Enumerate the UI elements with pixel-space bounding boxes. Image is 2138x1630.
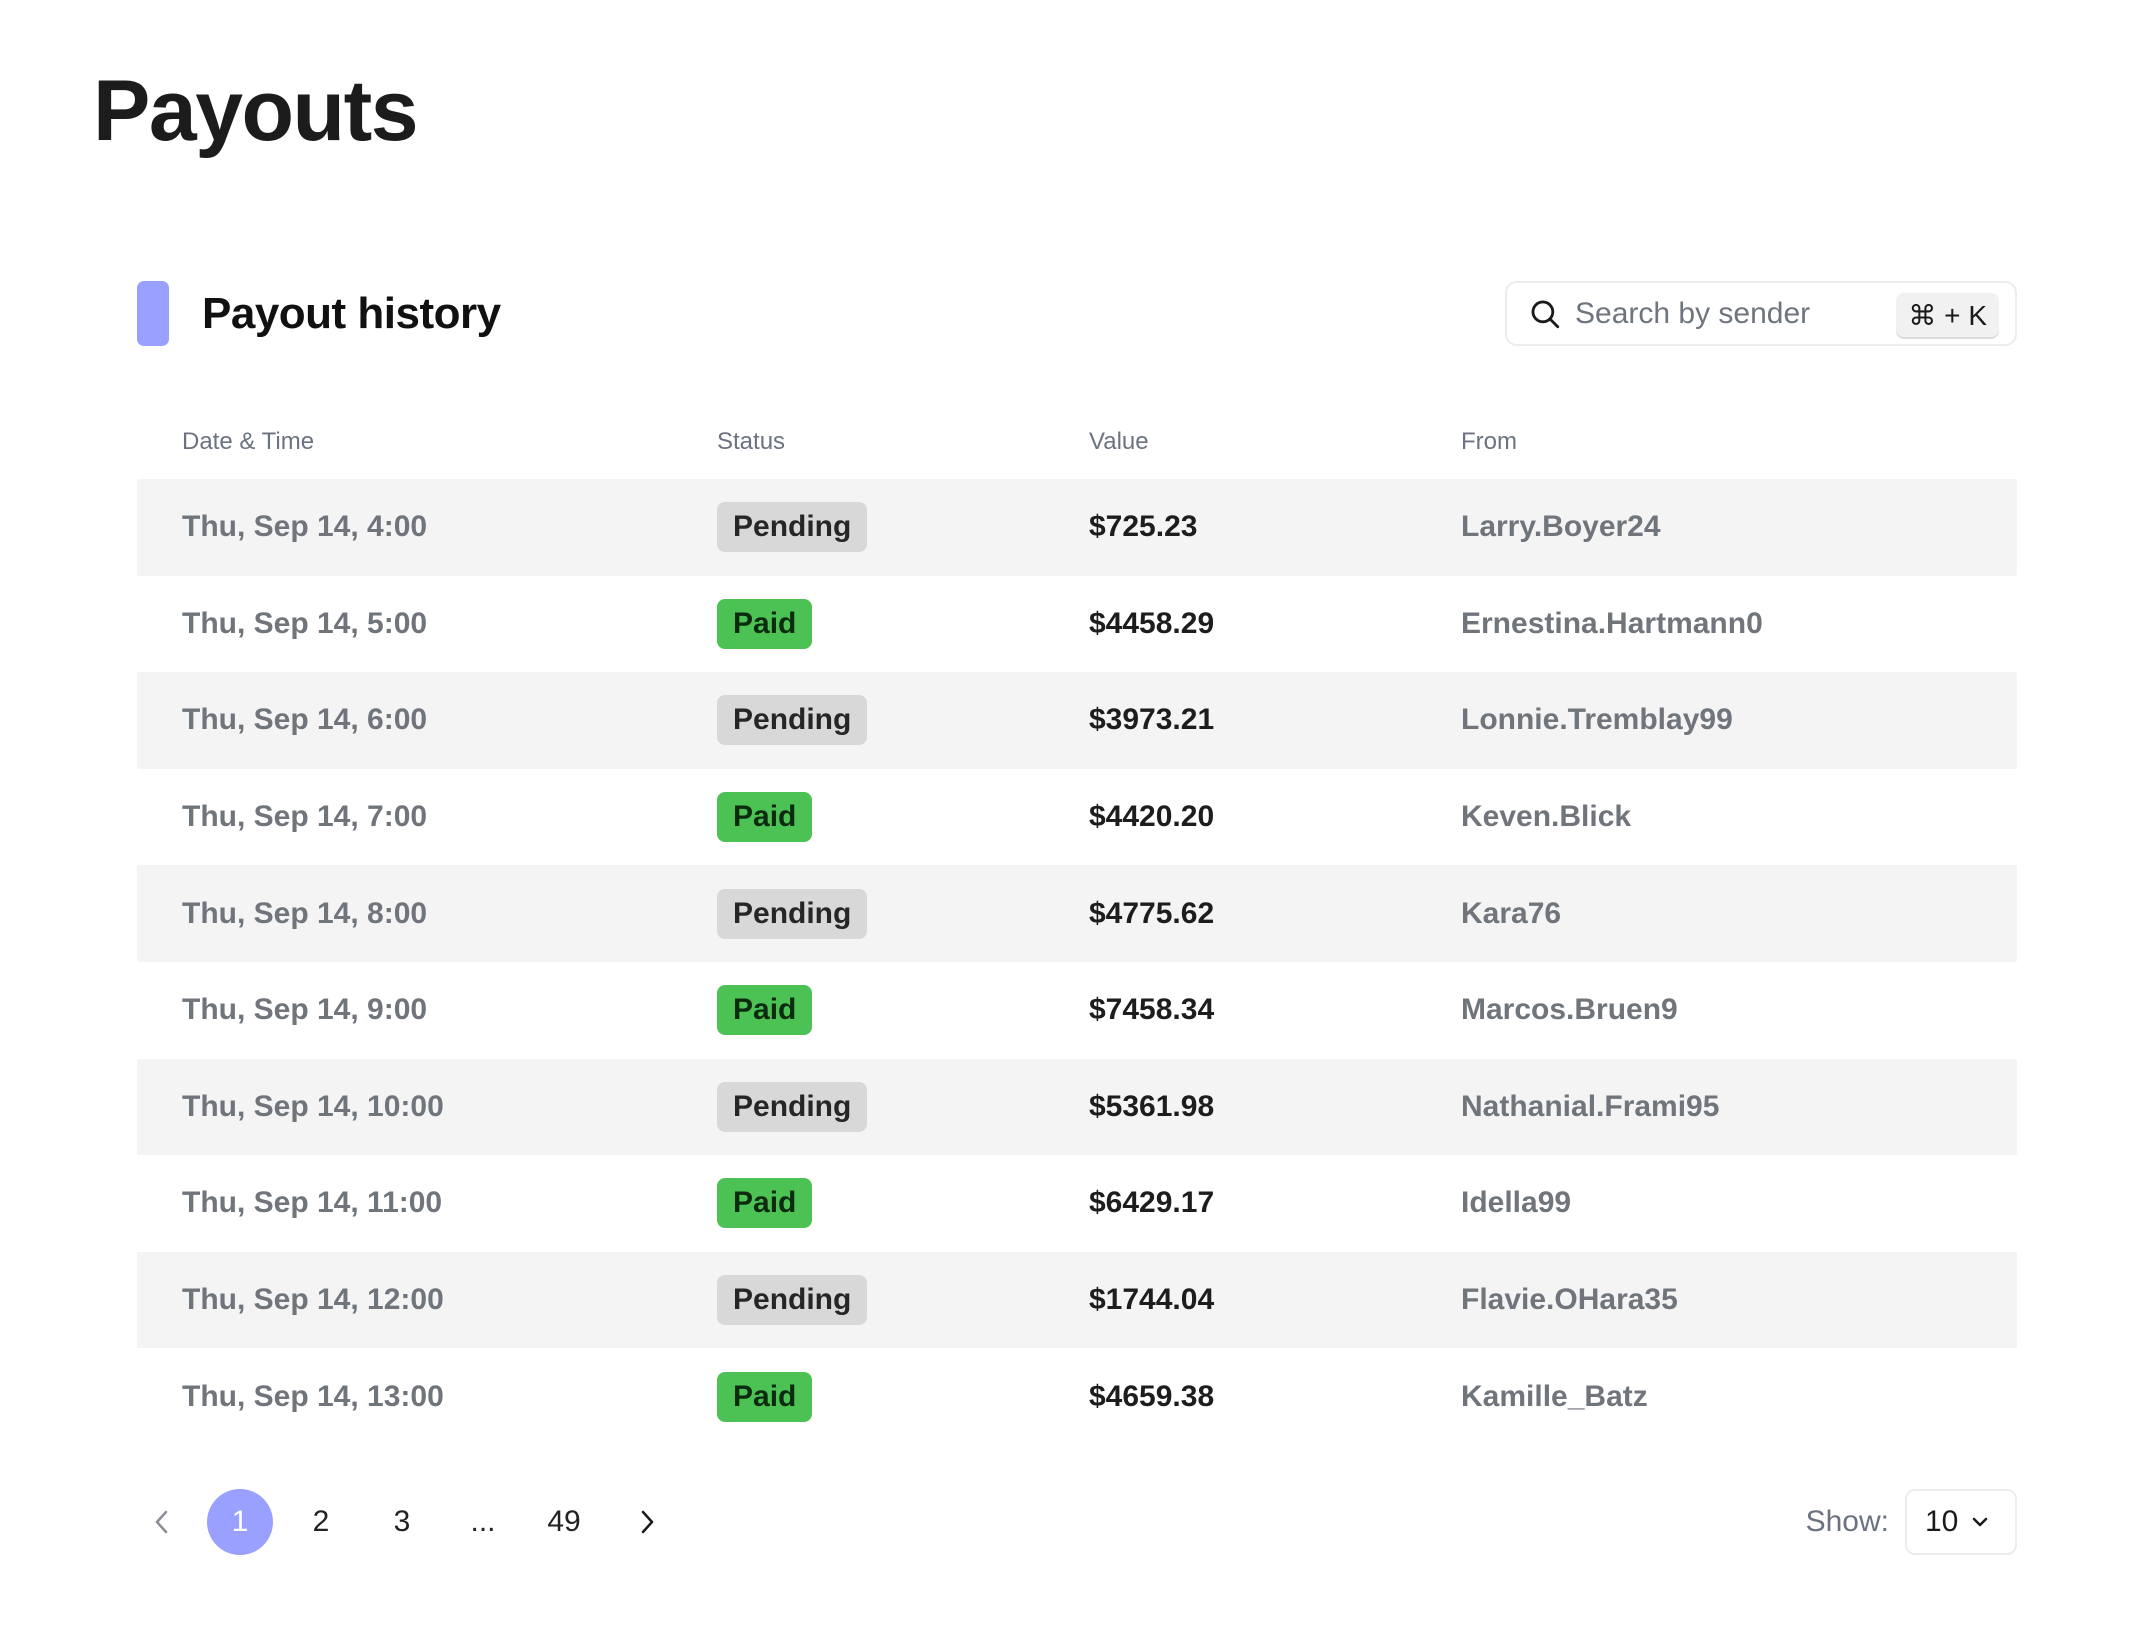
cell-status: Paid (717, 1178, 813, 1229)
search-icon (1527, 296, 1563, 332)
cell-from: Ernestina.Hartmann0 (1461, 606, 1763, 640)
page-title: Payouts (93, 63, 419, 159)
pagination-ellipsis: ... (470, 1505, 496, 1538)
column-header-status[interactable]: Status (717, 428, 785, 456)
cell-value: $4775.62 (1089, 896, 1215, 930)
cell-date: Thu, Sep 14, 5:00 (182, 606, 428, 640)
page-size-value: 10 (1925, 1505, 1959, 1538)
status-badge: Paid (717, 1371, 813, 1422)
cell-value: $1744.04 (1089, 1283, 1215, 1317)
page-size-control: Show: 10 (1806, 1489, 2017, 1555)
cell-value: $4458.29 (1089, 606, 1215, 640)
page-button-1[interactable]: 1 (207, 1489, 273, 1555)
table-row[interactable]: Thu, Sep 14, 5:00 Paid $4458.29 Ernestina.H… (137, 576, 2017, 673)
table-row[interactable]: Thu, Sep 14, 8:00 Pending $4775.62 Kara76 (137, 865, 2017, 962)
section-title: Payout history (202, 289, 501, 338)
table-row[interactable]: Thu, Sep 14, 12:00 Pending $1744.04 Flavie.… (137, 1251, 2017, 1349)
payout-table: Date & Time Status Value From Thu, Sep 1… (137, 405, 2017, 1445)
cell-from: Larry.Boyer24 (1461, 510, 1661, 544)
cell-from: Keven.Blick (1461, 800, 1632, 834)
table-row[interactable]: Thu, Sep 14, 10:00 Pending $5361.98 Nathani… (137, 1058, 2017, 1156)
cell-status: Pending (717, 695, 868, 746)
table-row[interactable]: Thu, Sep 14, 9:00 Paid $7458.34 Marcos.Brue… (137, 962, 2017, 1059)
column-header-value[interactable]: Value (1089, 428, 1149, 456)
cell-from: Flavie.OHara35 (1461, 1283, 1678, 1317)
column-header-date[interactable]: Date & Time (182, 428, 314, 456)
column-header-from[interactable]: From (1461, 428, 1517, 456)
cell-date: Thu, Sep 14, 10:00 (182, 1089, 444, 1123)
page-button-2[interactable]: 2 (288, 1489, 354, 1555)
status-badge: Paid (717, 598, 813, 649)
table-body: Thu, Sep 14, 4:00 Pending $725.23 Larry.Boy… (137, 479, 2017, 1445)
cell-status: Pending (717, 1275, 868, 1326)
cell-date: Thu, Sep 14, 6:00 (182, 703, 428, 737)
table-row[interactable]: Thu, Sep 14, 13:00 Paid $4659.38 Kamille_Ba… (137, 1348, 2017, 1445)
chevron-right-icon[interactable] (622, 1489, 672, 1555)
search-input[interactable] (1575, 288, 1875, 339)
cell-date: Thu, Sep 14, 9:00 (182, 993, 428, 1027)
table-header: Date & Time Status Value From (137, 405, 2017, 479)
cell-status: Paid (717, 792, 813, 843)
chevron-left-icon[interactable] (137, 1489, 187, 1555)
payouts-page: Payouts Payout history ⌘ + K Date & Time… (0, 0, 2138, 1630)
page-size-label: Show: (1805, 1505, 1889, 1538)
status-badge: Pending (717, 502, 868, 553)
cell-value: $3973.21 (1089, 703, 1215, 737)
status-badge: Pending (717, 1081, 868, 1132)
cell-date: Thu, Sep 14, 7:00 (182, 800, 428, 834)
cell-value: $5361.98 (1089, 1089, 1215, 1123)
cell-status: Paid (717, 1371, 813, 1422)
status-badge: Paid (717, 1178, 813, 1229)
cell-date: Thu, Sep 14, 13:00 (182, 1379, 444, 1413)
section-accent-bar (137, 281, 169, 346)
cell-status: Pending (717, 502, 868, 553)
cell-status: Paid (717, 598, 813, 649)
cell-value: $4420.20 (1089, 800, 1215, 834)
cell-from: Idella99 (1461, 1186, 1572, 1220)
page-size-select[interactable]: 10 (1905, 1489, 2017, 1555)
cell-status: Pending (717, 888, 868, 939)
page-button-3[interactable]: 3 (369, 1489, 435, 1555)
cell-status: Paid (717, 985, 813, 1036)
page-list: 1 2 3... 49 (207, 1489, 612, 1555)
status-badge: Pending (717, 695, 868, 746)
cell-value: $725.23 (1089, 510, 1198, 544)
status-badge: Paid (717, 792, 813, 843)
table-row[interactable]: Thu, Sep 14, 4:00 Pending $725.23 Larry.Boy… (137, 479, 2017, 576)
status-badge: Paid (717, 985, 813, 1036)
table-row[interactable]: Thu, Sep 14, 6:00 Pending $3973.21 Lonnie.T… (137, 672, 2017, 769)
cell-from: Kara76 (1461, 896, 1562, 930)
cell-date: Thu, Sep 14, 12:00 (182, 1283, 444, 1317)
search-shortcut-hint: ⌘ + K (1896, 293, 1999, 337)
status-badge: Pending (717, 1275, 868, 1326)
cell-value: $4659.38 (1089, 1379, 1215, 1413)
cell-date: Thu, Sep 14, 8:00 (182, 896, 428, 930)
cell-from: Nathanial.Frami95 (1461, 1089, 1720, 1123)
status-badge: Pending (717, 888, 868, 939)
cell-from: Kamille_Batz (1461, 1379, 1648, 1413)
cell-from: Lonnie.Tremblay99 (1461, 703, 1733, 737)
table-row[interactable]: Thu, Sep 14, 11:00 Paid $6429.17 Idella99 (137, 1155, 2017, 1252)
cell-value: $7458.34 (1089, 993, 1215, 1027)
cell-status: Pending (717, 1081, 868, 1132)
search-box[interactable]: ⌘ + K (1505, 281, 2017, 346)
section-header: Payout history ⌘ + K (137, 281, 2017, 347)
table-row[interactable]: Thu, Sep 14, 7:00 Paid $4420.20 Keven.Blick (137, 769, 2017, 866)
page-button-49[interactable]: 49 (531, 1489, 597, 1555)
cell-date: Thu, Sep 14, 11:00 (182, 1186, 443, 1220)
chevron-down-icon (1970, 1515, 1990, 1529)
cell-from: Marcos.Bruen9 (1461, 993, 1678, 1027)
pagination: 1 2 3... 49 (137, 1489, 672, 1555)
cell-value: $6429.17 (1089, 1186, 1215, 1220)
cell-date: Thu, Sep 14, 4:00 (182, 510, 428, 544)
